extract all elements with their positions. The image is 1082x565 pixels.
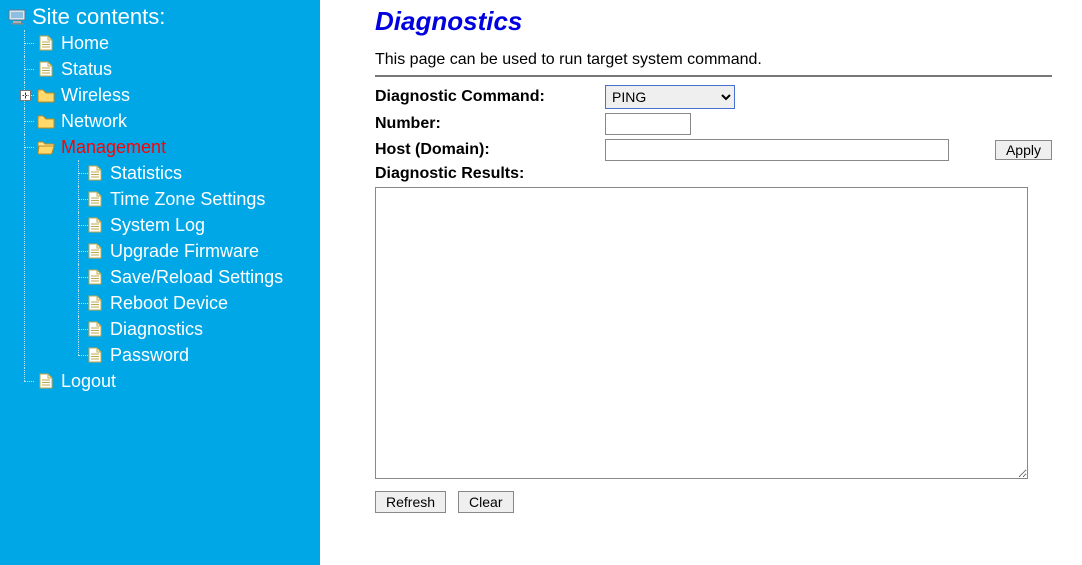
diagnostic-command-select[interactable]: PING [605,85,735,109]
divider [375,75,1052,77]
sidebar-item-logout[interactable]: Logout [20,368,316,394]
host-input[interactable] [605,139,949,161]
file-icon [86,243,104,259]
label-command: Diagnostic Command: [375,88,605,106]
sidebar-title: Site contents: [32,4,165,30]
sidebar-item-label: Logout [61,368,116,394]
page-title: Diagnostics [375,6,1052,37]
sidebar-title-row: Site contents: [4,4,316,30]
sidebar-item-statistics[interactable]: Statistics [86,160,316,186]
sidebar-item-password[interactable]: Password [86,342,316,368]
sidebar-item-label: Network [61,108,127,134]
expand-plus-icon[interactable] [20,90,31,101]
sidebar-item-diagnostics[interactable]: Diagnostics [86,316,316,342]
file-icon [86,295,104,311]
label-host: Host (Domain): [375,141,605,159]
label-results: Diagnostic Results: [375,165,1052,183]
sidebar-item-label: Diagnostics [110,316,203,342]
file-icon [86,165,104,181]
number-input[interactable] [605,113,691,135]
sidebar-item-label: Time Zone Settings [110,186,265,212]
page-description: This page can be used to run target syst… [375,51,1052,69]
sidebar-item-wireless[interactable]: Wireless [20,82,316,108]
sidebar-item-management[interactable]: Management [20,134,316,160]
sidebar-item-label: Status [61,56,112,82]
sidebar-item-label: Statistics [110,160,182,186]
file-icon [86,191,104,207]
sidebar-item-timezone[interactable]: Time Zone Settings [86,186,316,212]
computer-icon [8,9,26,25]
sidebar-nav: Site contents: Home Status [0,0,320,565]
sidebar-item-status[interactable]: Status [20,56,316,82]
main-content: Diagnostics This page can be used to run… [320,0,1082,565]
file-icon [86,217,104,233]
folder-closed-icon [37,87,55,103]
sidebar-item-label: Upgrade Firmware [110,238,259,264]
sidebar-item-label: System Log [110,212,205,238]
sidebar-item-reboot[interactable]: Reboot Device [86,290,316,316]
sidebar-item-label: Management [61,134,166,160]
sidebar-item-savereload[interactable]: Save/Reload Settings [86,264,316,290]
sidebar-item-upgradefw[interactable]: Upgrade Firmware [86,238,316,264]
file-icon [86,321,104,337]
results-textarea[interactable] [375,187,1028,479]
sidebar-item-label: Home [61,30,109,56]
refresh-button[interactable]: Refresh [375,491,446,513]
sidebar-item-label: Wireless [61,82,130,108]
file-icon [86,347,104,363]
label-number: Number: [375,115,605,133]
sidebar-item-home[interactable]: Home [20,30,316,56]
file-icon [37,35,55,51]
file-icon [86,269,104,285]
sidebar-item-label: Save/Reload Settings [110,264,283,290]
sidebar-item-label: Reboot Device [110,290,228,316]
clear-button[interactable]: Clear [458,491,513,513]
apply-button[interactable]: Apply [995,140,1052,160]
sidebar-item-label: Password [110,342,189,368]
folder-open-icon [37,139,55,155]
sidebar-item-network[interactable]: Network [20,108,316,134]
folder-closed-icon [37,113,55,129]
file-icon [37,61,55,77]
sidebar-item-systemlog[interactable]: System Log [86,212,316,238]
file-icon [37,373,55,389]
